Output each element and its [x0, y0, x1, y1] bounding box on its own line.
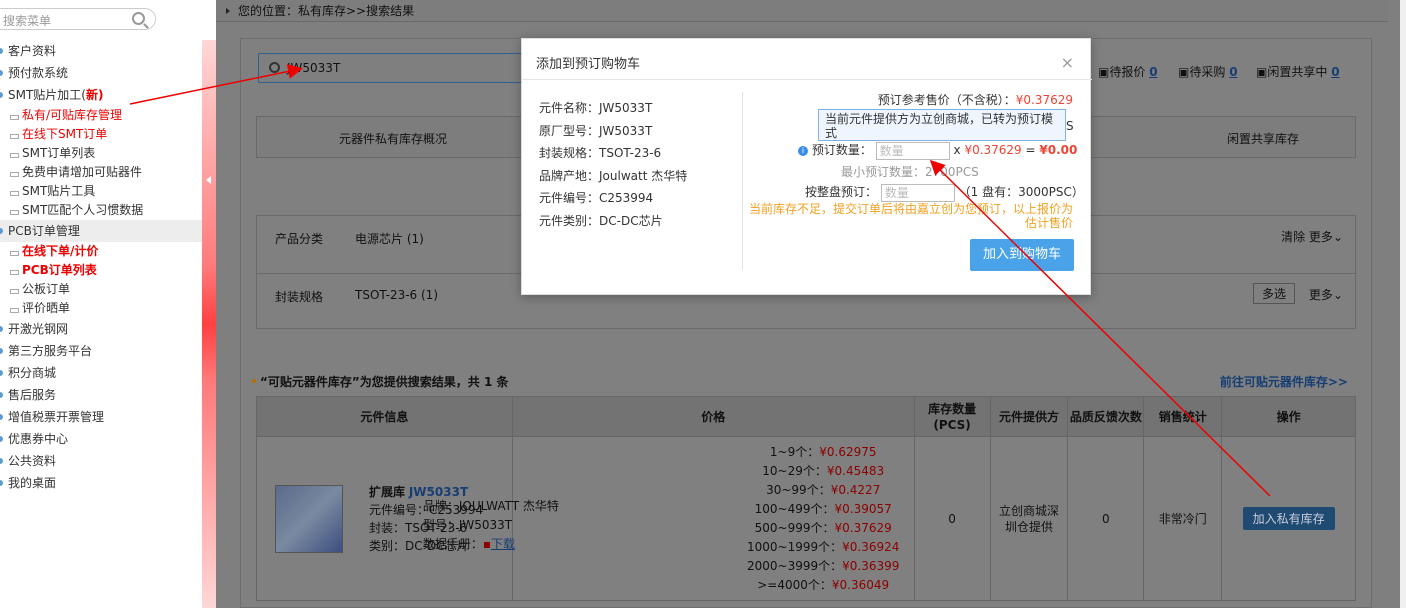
annotation-arrow: [929, 159, 1271, 497]
annotation-arrows: [129, 64, 1271, 497]
annotation-arrow: [129, 64, 303, 105]
